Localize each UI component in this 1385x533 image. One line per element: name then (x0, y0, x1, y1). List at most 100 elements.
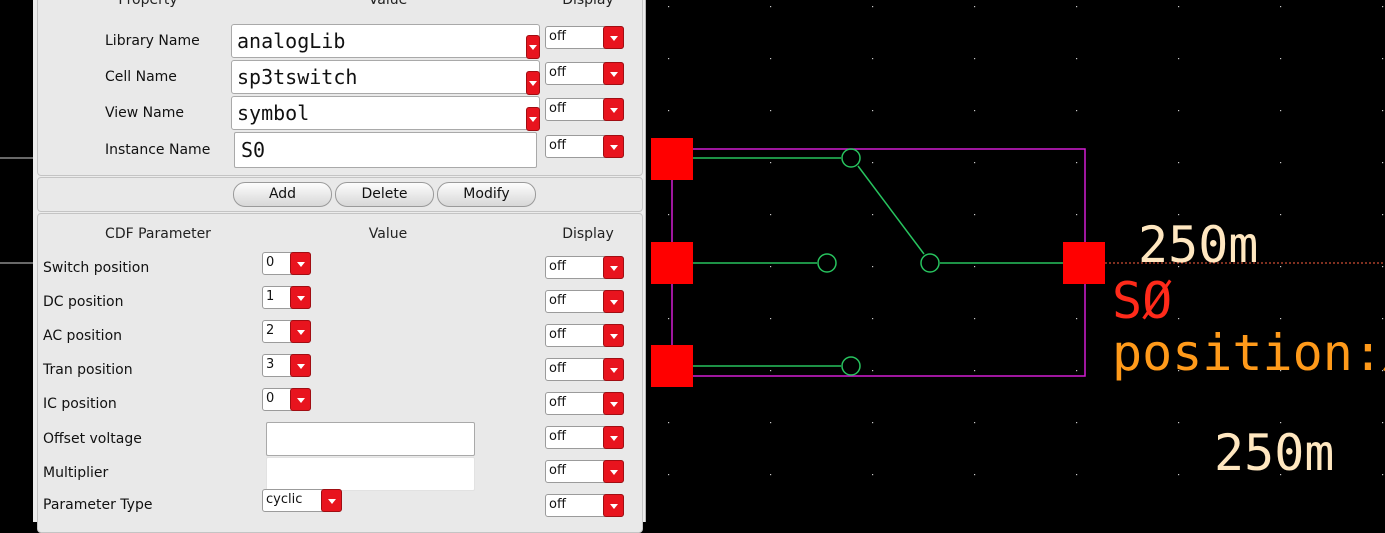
grid-dot (1178, 162, 1180, 164)
grid-dot (1382, 318, 1384, 320)
grid-dot (974, 6, 976, 8)
instance-name-display-select[interactable]: off (545, 135, 624, 158)
parameter-type-display-value: off (549, 497, 566, 512)
view-name-value: symbol (237, 101, 310, 125)
tran-position-display-select[interactable]: off (545, 358, 624, 381)
top-value-label: 250m (1138, 216, 1258, 274)
grid-dot (770, 422, 772, 424)
chevron-down-icon[interactable] (603, 26, 624, 49)
cdf-value-header: Value (368, 226, 408, 242)
grid-dot (770, 370, 772, 372)
grid-dot (668, 422, 670, 424)
ac-position-value: 2 (266, 323, 275, 338)
ic-position-select[interactable]: 0 (262, 388, 311, 411)
library-name-label: Library Name (105, 33, 200, 49)
ac-position-display-select[interactable]: off (545, 324, 624, 347)
grid-dot (770, 474, 772, 476)
view-name-dropdown-icon[interactable] (526, 107, 540, 131)
ic-position-display-select[interactable]: off (545, 392, 624, 415)
cell-name-dropdown-icon[interactable] (526, 71, 540, 95)
offset-voltage-display-select[interactable]: off (545, 426, 624, 449)
instance-label: SØ (1112, 272, 1172, 330)
library-name-combo[interactable]: analogLib (231, 24, 540, 59)
value-header: Value (368, 0, 408, 8)
cell-name-display-value: off (549, 65, 566, 80)
pin-3[interactable] (651, 345, 693, 387)
grid-dot (770, 110, 772, 112)
library-name-display-value: off (549, 29, 566, 44)
contact-3 (841, 356, 861, 376)
grid-dot (1382, 110, 1384, 112)
view-name-combo[interactable]: symbol (231, 96, 540, 131)
ic-position-label: IC position (43, 396, 117, 412)
grid-dot (1076, 58, 1078, 60)
grid-dot (1280, 318, 1282, 320)
grid-dot (1280, 214, 1282, 216)
switch-position-select[interactable]: 0 (262, 252, 311, 275)
multiplier-label: Multiplier (43, 465, 109, 481)
library-name-display-select[interactable]: off (545, 26, 624, 49)
cell-name-display-select[interactable]: off (545, 62, 624, 85)
dc-position-display-select[interactable]: off (545, 290, 624, 313)
parameter-type-value: cyclic (266, 492, 303, 507)
chevron-down-icon[interactable] (603, 324, 624, 347)
chevron-down-icon[interactable] (603, 256, 624, 279)
instance-name-value: S0 (241, 138, 266, 162)
dc-position-select[interactable]: 1 (262, 286, 311, 309)
chevron-down-icon[interactable] (603, 290, 624, 313)
grid-dot (668, 6, 670, 8)
chevron-down-icon[interactable] (603, 358, 624, 381)
bottom-value-label: 250m (1214, 424, 1334, 482)
tran-position-select[interactable]: 3 (262, 354, 311, 377)
grid-dot (1076, 110, 1078, 112)
grid-dot (1076, 318, 1078, 320)
grid-dot (974, 110, 976, 112)
chevron-down-icon[interactable] (290, 354, 311, 377)
chevron-down-icon[interactable] (603, 135, 624, 158)
chevron-down-icon[interactable] (290, 252, 311, 275)
chevron-down-icon[interactable] (603, 460, 624, 483)
grid-dot (872, 110, 874, 112)
instance-name-field[interactable]: S0 (234, 132, 537, 168)
parameter-type-select[interactable]: cyclic (262, 489, 342, 512)
chevron-down-icon[interactable] (603, 392, 624, 415)
chevron-down-icon[interactable] (603, 98, 624, 121)
chevron-down-icon[interactable] (290, 286, 311, 309)
view-name-display-select[interactable]: off (545, 98, 624, 121)
grid-dot (770, 58, 772, 60)
grid-dot (872, 266, 874, 268)
contact-common (920, 253, 940, 273)
parameter-type-display-select[interactable]: off (545, 494, 624, 517)
modify-button[interactable]: Modify (437, 182, 536, 207)
add-button[interactable]: Add (233, 182, 332, 207)
library-name-value: analogLib (237, 29, 346, 53)
multiplier-field[interactable] (266, 457, 475, 491)
grid-dot (668, 58, 670, 60)
grid-dot (1178, 318, 1180, 320)
multiplier-display-select[interactable]: off (545, 460, 624, 483)
delete-button[interactable]: Delete (335, 182, 434, 207)
chevron-down-icon[interactable] (321, 489, 342, 512)
pin-2[interactable] (651, 242, 693, 284)
chevron-down-icon[interactable] (603, 62, 624, 85)
grid-dot (770, 214, 772, 216)
grid-dot (1280, 162, 1282, 164)
offset-voltage-field[interactable] (266, 422, 475, 456)
library-name-dropdown-icon[interactable] (526, 35, 540, 59)
grid-dot (1382, 58, 1384, 60)
grid-dot (974, 422, 976, 424)
chevron-down-icon[interactable] (290, 320, 311, 343)
chevron-down-icon[interactable] (603, 426, 624, 449)
pin-common[interactable] (1063, 242, 1105, 284)
pin-1[interactable] (651, 138, 693, 180)
grid-dot (1178, 422, 1180, 424)
grid-dot (1382, 474, 1384, 476)
switch-position-display-select[interactable]: off (545, 256, 624, 279)
grid-dot (668, 214, 670, 216)
chevron-down-icon[interactable] (603, 494, 624, 517)
ac-position-select[interactable]: 2 (262, 320, 311, 343)
display-header: Display (562, 0, 614, 8)
cell-name-combo[interactable]: sp3tswitch (231, 60, 540, 95)
chevron-down-icon[interactable] (290, 388, 311, 411)
grid-dot (1076, 422, 1078, 424)
